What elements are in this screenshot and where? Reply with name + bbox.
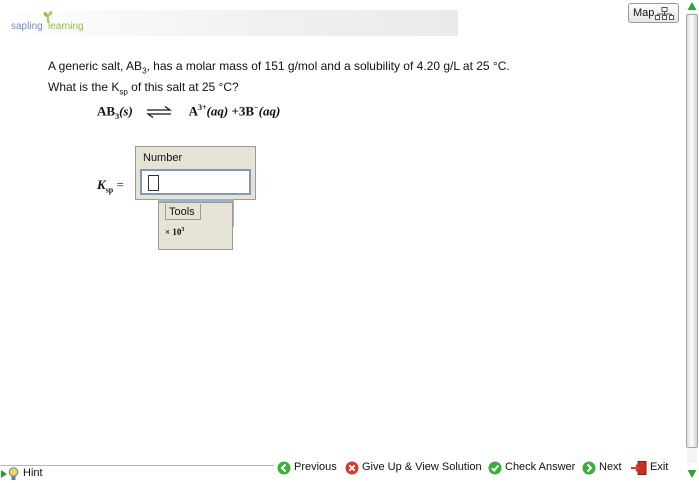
footer-divider [0, 465, 274, 466]
check-answer-button[interactable]: Check Answer [488, 461, 578, 475]
map-tree-icon [655, 7, 674, 20]
hint-arrow-icon [1, 470, 7, 478]
tools-label: Tools [169, 206, 195, 218]
hint-lightbulb-icon [8, 467, 19, 480]
eq-reactant-state: (s) [119, 103, 133, 119]
ksp-equals: = [116, 177, 124, 192]
ksp-label: Ksp = [97, 177, 124, 195]
eq-product-1-state: (aq) [206, 103, 229, 119]
scroll-thumb[interactable] [686, 14, 698, 448]
vertical-scrollbar[interactable] [685, 0, 699, 483]
eq-plus: + [231, 103, 239, 119]
number-label: Number [143, 152, 183, 164]
question-line-2-b: of this salt at 25 °C? [127, 80, 239, 95]
scroll-down-arrow-icon[interactable] [687, 469, 697, 479]
scientific-notation-button[interactable]: × 103 [165, 227, 184, 237]
previous-button[interactable]: Previous [277, 461, 341, 475]
logo-word-learning: learning [48, 21, 84, 32]
exit-door-icon [631, 461, 647, 475]
question-line-1-a: A generic salt, AB [48, 59, 143, 73]
question-line-2: What is the Ksp of this salt at 25 °C? [48, 79, 588, 100]
question-line-1: A generic salt, AB3, has a molar mass of… [48, 58, 588, 79]
map-button[interactable]: Map [628, 3, 679, 23]
previous-label: Previous [294, 461, 337, 473]
question-line-2-sub: sp [119, 87, 128, 97]
ksp-variable: K [97, 177, 106, 192]
logo-word-sapling: sapling [11, 21, 43, 32]
eq-product-1-charge: 3+ [197, 103, 207, 112]
hint-label: Hint [23, 467, 43, 479]
exit-label: Exit [650, 461, 669, 473]
eq-product-1: A [188, 103, 198, 119]
sci-button-base: × 10 [165, 227, 182, 237]
sci-button-exp: 3 [181, 227, 185, 233]
question-line-1-b: , has a molar mass of 151 g/mol and a so… [146, 59, 510, 73]
eq-product-2: 3B [238, 103, 255, 119]
eq-reactant: AB [97, 103, 116, 119]
next-label: Next [599, 461, 622, 473]
number-answer-box: Number [135, 146, 256, 200]
check-answer-label: Check Answer [505, 461, 576, 473]
previous-arrow-icon [277, 461, 291, 475]
give-up-button[interactable]: Give Up & View Solution [345, 461, 482, 475]
tools-panel: Tools × 103 [158, 202, 233, 250]
give-up-label: Give Up & View Solution [362, 461, 482, 473]
number-input[interactable] [140, 169, 251, 195]
question-text: A generic salt, AB3, has a molar mass of… [48, 58, 588, 101]
check-mark-icon [488, 461, 502, 475]
input-cursor-box [148, 175, 159, 191]
map-label: Map [633, 7, 655, 19]
exit-button[interactable]: Exit [631, 461, 671, 475]
next-arrow-icon [582, 461, 596, 475]
dissolution-equation: AB3(s) A3+(aq) +3B−(aq) [97, 103, 280, 121]
give-up-x-icon [345, 461, 359, 475]
question-line-2-a: What is the K [48, 80, 120, 95]
scroll-up-arrow-icon[interactable] [687, 1, 697, 11]
hint-button[interactable]: Hint [0, 467, 60, 481]
eq-product-2-state: (aq) [258, 103, 281, 119]
equilibrium-arrow-icon [146, 106, 172, 119]
footer-nav: Previous Give Up & View Solution Check A… [274, 458, 685, 478]
next-button[interactable]: Next [582, 461, 628, 475]
ksp-variable-sub: sp [105, 185, 114, 195]
